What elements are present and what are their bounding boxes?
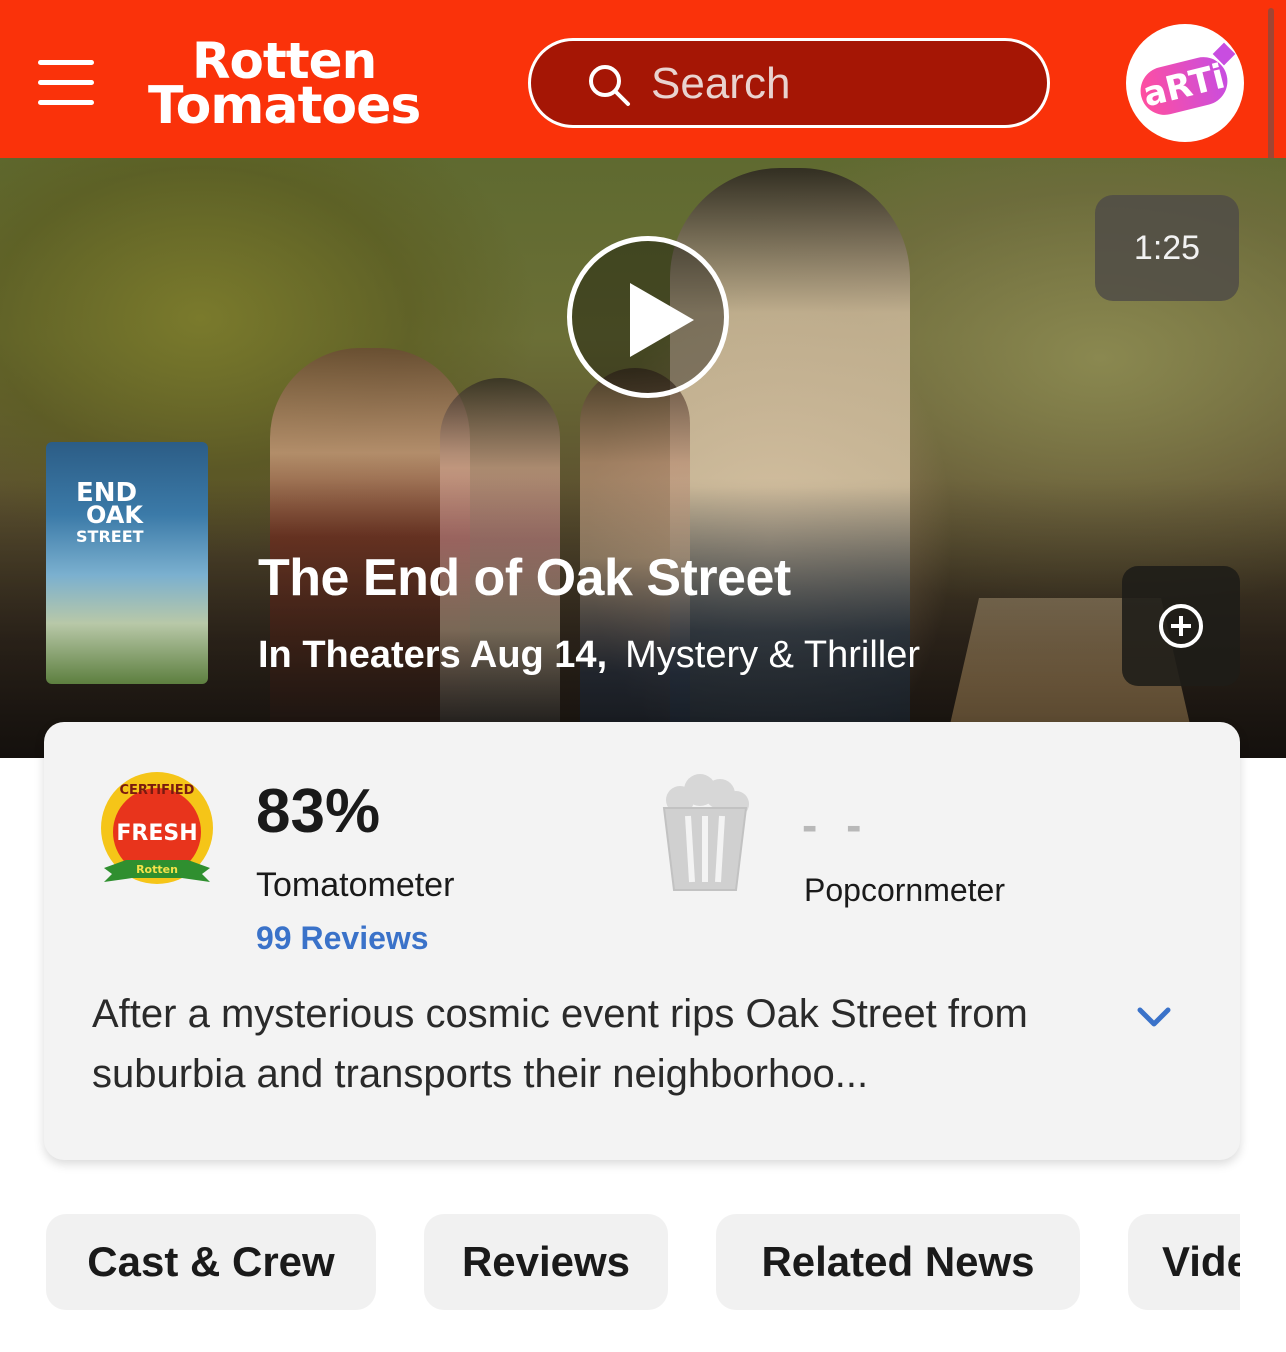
add-to-watchlist-button[interactable] [1122, 566, 1240, 686]
poster-title: END OAK STREET [76, 480, 186, 548]
movie-poster[interactable]: END OAK STREET [46, 442, 208, 684]
certified-fresh-icon: CERTIFIED FRESH Rotten [101, 772, 213, 884]
badge-main-text: FRESH [116, 821, 197, 846]
tab-videos[interactable]: Vide [1128, 1214, 1240, 1310]
release-info: In Theaters Aug 14, [258, 634, 608, 676]
badge-logo-text-1: Rotten [136, 863, 178, 876]
arti-avatar-button[interactable]: aRTi [1126, 24, 1244, 142]
video-duration-badge: 1:25 [1095, 195, 1239, 301]
search-bar[interactable] [528, 38, 1050, 128]
rotten-tomatoes-logo[interactable]: Rotten Tomatoes [148, 36, 478, 136]
logo-line-2: Tomatoes [148, 76, 421, 136]
section-tabs: Cast & Crew Reviews Related News Vide [0, 1214, 1240, 1310]
badge-top-text: CERTIFIED [120, 783, 195, 798]
tab-reviews[interactable]: Reviews [424, 1214, 668, 1310]
play-icon [630, 283, 694, 357]
arti-logo-text: aRTi [1135, 52, 1233, 120]
chevron-down-icon[interactable] [1130, 998, 1178, 1038]
popcornmeter-score: - - [802, 799, 870, 851]
tab-related-news[interactable]: Related News [716, 1214, 1080, 1310]
search-input[interactable] [651, 55, 1021, 113]
add-circle-icon [1159, 604, 1203, 648]
movie-title: The End of Oak Street [258, 549, 791, 607]
popcornmeter-label: Popcornmeter [804, 872, 1005, 908]
tomatometer-label: Tomatometer [256, 866, 455, 904]
search-icon [589, 65, 630, 106]
tab-cast-crew[interactable]: Cast & Crew [46, 1214, 376, 1310]
tomatometer-score: 83% [256, 777, 381, 846]
menu-icon[interactable] [38, 60, 94, 106]
movie-synopsis: After a mysterious cosmic event rips Oak… [92, 992, 1028, 1096]
poster-title-line: STREET [76, 527, 144, 546]
poster-title-line: OAK [86, 501, 143, 529]
genre-label: Mystery & Thriller [625, 634, 921, 676]
play-trailer-button[interactable] [567, 236, 729, 398]
score-card: CERTIFIED FRESH Rotten 83% Tomatometer 9… [44, 722, 1240, 1160]
top-header: Rotten Tomatoes aRTi [0, 0, 1286, 158]
popcorn-bucket-icon [662, 774, 749, 891]
movie-meta: In Theaters Aug 14, Mystery & Thriller [258, 634, 920, 677]
reviews-count-link[interactable]: 99 Reviews [256, 920, 429, 957]
